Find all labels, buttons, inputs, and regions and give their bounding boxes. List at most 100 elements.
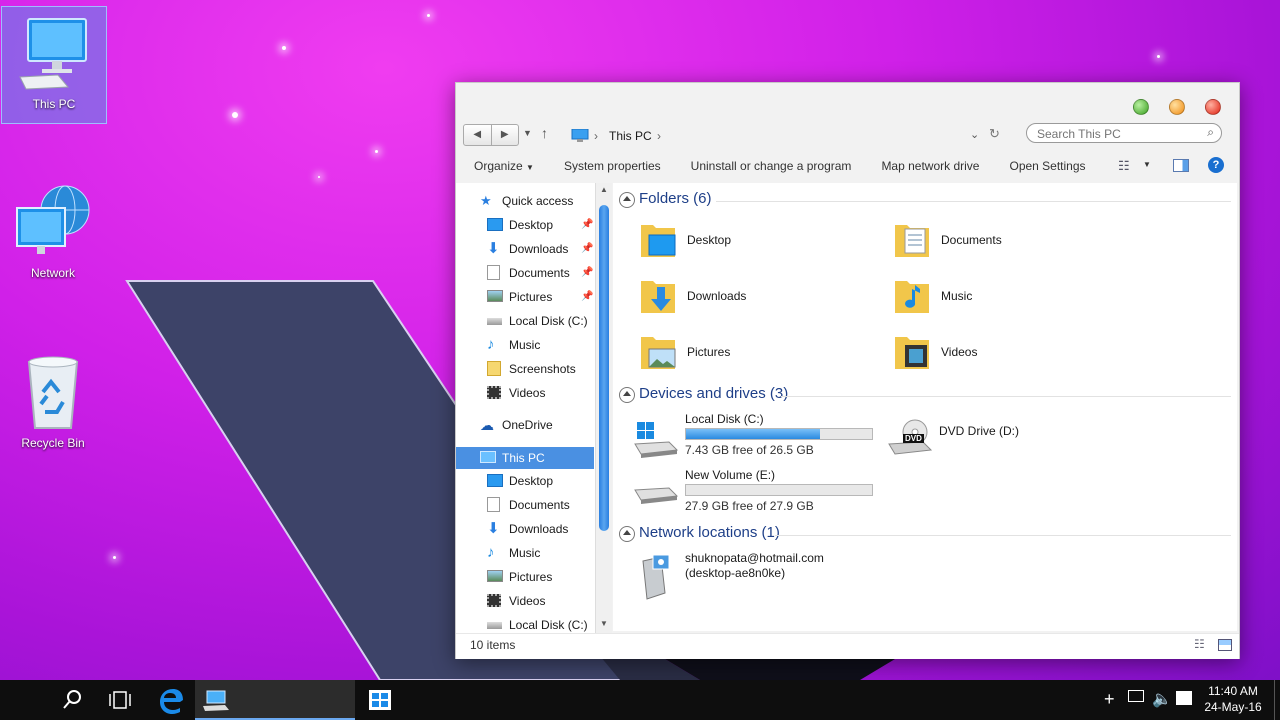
folder-documents-icon [895, 225, 929, 257]
music-note-icon: ♪ [487, 336, 495, 353]
network-status-icon[interactable] [1128, 690, 1144, 702]
uninstall-program-button[interactable]: Uninstall or change a program [691, 159, 852, 173]
address-bar[interactable]: › This PC › [568, 126, 988, 146]
hard-drive-icon [487, 622, 502, 629]
close-button[interactable] [1205, 99, 1221, 115]
task-view-icon [109, 691, 131, 709]
help-icon[interactable]: ? [1208, 157, 1224, 173]
drive-tile-dvd-d[interactable]: DVD DVD Drive (D:) [887, 412, 1127, 455]
pin-icon[interactable]: 📌 [581, 262, 593, 284]
desktop-icon-recycle-bin[interactable]: Recycle Bin [1, 346, 105, 462]
pin-icon[interactable]: 📌 [581, 238, 593, 260]
this-pc-icon [203, 690, 229, 711]
nav-item-label: Documents [509, 266, 570, 280]
system-properties-button[interactable]: System properties [564, 159, 661, 173]
action-center-icon[interactable] [1176, 691, 1192, 705]
clock[interactable]: 11:40 AM 24-May-16 [1198, 680, 1268, 720]
large-icons-view-icon[interactable] [1218, 639, 1232, 651]
cloud-icon: ☁ [480, 417, 494, 433]
dvd-badge: DVD [903, 434, 924, 443]
desktop-icon [487, 474, 503, 487]
map-network-drive-button[interactable]: Map network drive [881, 159, 979, 173]
show-hidden-icons-icon[interactable]: + [1104, 689, 1115, 710]
drive-name: New Volume (E:) [685, 468, 776, 482]
show-desktop-button[interactable] [1274, 680, 1280, 720]
nav-item-label: Documents [509, 498, 570, 512]
start-button[interactable] [0, 680, 46, 720]
edge-browser-icon [160, 689, 183, 714]
collapse-icon[interactable] [619, 387, 635, 403]
download-arrow-icon: ⬇ [487, 240, 500, 257]
collapse-icon[interactable] [619, 192, 635, 208]
organize-button[interactable]: Organize ▼ [474, 159, 534, 173]
desktop-icon-network[interactable]: Network [1, 176, 105, 292]
drive-tile-local-disk-c[interactable]: Local Disk (C:) 7.43 GB free of 26.5 GB [633, 412, 873, 458]
nav-scrollbar[interactable]: ▲ ▼ [595, 183, 612, 633]
network-drive-icon [642, 554, 670, 600]
system-tray: + 🔈 [1100, 680, 1200, 720]
search-button[interactable] [52, 680, 92, 720]
volume-icon[interactable]: 🔈 [1152, 689, 1172, 709]
network-location-host: (desktop-ae8n0ke) [685, 566, 786, 580]
breadcrumb-chevron-icon[interactable]: › [657, 126, 661, 146]
collapse-icon[interactable] [619, 526, 635, 542]
desktop-icon-this-pc[interactable]: This PC [1, 6, 107, 124]
minimize-button[interactable] [1133, 99, 1149, 115]
address-dropdown-icon[interactable]: ⌄ [970, 128, 979, 141]
drive-free-space: 7.43 GB free of 26.5 GB [685, 443, 814, 457]
search-icon[interactable]: ⌕ [1207, 125, 1214, 140]
back-arrow-icon[interactable]: ◀ [464, 125, 492, 145]
folder-icon [487, 361, 501, 376]
folder-music-icon [895, 281, 929, 313]
drive-tile-new-volume-e[interactable]: New Volume (E:) 27.9 GB free of 27.9 GB [633, 468, 873, 513]
task-view-button[interactable] [100, 680, 140, 720]
forward-arrow-icon[interactable]: ▶ [492, 125, 519, 145]
nav-item-label: OneDrive [502, 418, 553, 432]
scroll-up-icon[interactable]: ▲ [600, 185, 608, 194]
store-taskbar-button[interactable] [360, 680, 400, 720]
search-input[interactable] [1035, 124, 1199, 144]
chevron-down-icon: ▼ [526, 163, 534, 172]
details-view-icon[interactable]: ☷ [1194, 637, 1205, 651]
nav-item-label: Downloads [509, 242, 569, 256]
pin-icon[interactable]: 📌 [581, 214, 593, 236]
refresh-icon[interactable]: ↻ [989, 126, 1000, 142]
title-bar[interactable] [456, 83, 1239, 123]
nav-item-label: Screenshots [509, 362, 576, 376]
edge-taskbar-button[interactable] [150, 680, 190, 720]
search-box[interactable]: ⌕ [1026, 123, 1222, 144]
nav-buttons: ◀ ▶ [463, 124, 519, 146]
explorer-taskbar-button[interactable] [195, 680, 355, 720]
nav-item-label: Music [509, 546, 541, 560]
drive-free-space: 27.9 GB free of 27.9 GB [685, 499, 814, 513]
pin-icon[interactable]: 📌 [581, 286, 593, 308]
pictures-icon [487, 570, 503, 582]
breadcrumb-this-pc[interactable]: This PC [609, 126, 652, 146]
change-view-icon[interactable]: ☷ [1118, 158, 1130, 174]
group-divider [781, 396, 1231, 397]
organize-label: Organize [474, 159, 523, 173]
group-title: Network locations (1) [639, 524, 780, 541]
film-icon [487, 386, 501, 399]
network-location-item[interactable]: shuknopata@hotmail.com (desktop-ae8n0ke) [635, 551, 895, 600]
view-options-chevron-icon[interactable]: ▼ [1143, 160, 1151, 169]
folder-pictures-icon [641, 337, 676, 369]
item-count: 10 items [470, 638, 516, 652]
nav-item-label: Desktop [509, 474, 554, 488]
maximize-button[interactable] [1169, 99, 1185, 115]
download-arrow-icon: ⬇ [487, 520, 500, 537]
preview-pane-icon[interactable] [1173, 159, 1189, 172]
folder-label: Videos [941, 345, 978, 359]
content-pane: Folders (6) Desktop Documents Downloads … [613, 183, 1237, 631]
recent-locations-chevron-icon[interactable]: ▼ [523, 128, 532, 138]
store-icon [369, 690, 391, 710]
nav-item-label: Local Disk (C:) [509, 314, 588, 328]
folder-label: Documents [941, 233, 1002, 247]
scroll-down-icon[interactable]: ▼ [600, 619, 608, 628]
address-row: ◀ ▶ ▼ ↑ › This PC › ⌄ ↻ ⌕ [456, 123, 1239, 151]
open-settings-button[interactable]: Open Settings [1009, 159, 1085, 173]
up-arrow-icon[interactable]: ↑ [541, 125, 548, 141]
folder-downloads-icon [641, 281, 675, 313]
nav-item-label: Local Disk (C:) [509, 618, 588, 632]
scrollbar-thumb[interactable] [599, 205, 609, 531]
